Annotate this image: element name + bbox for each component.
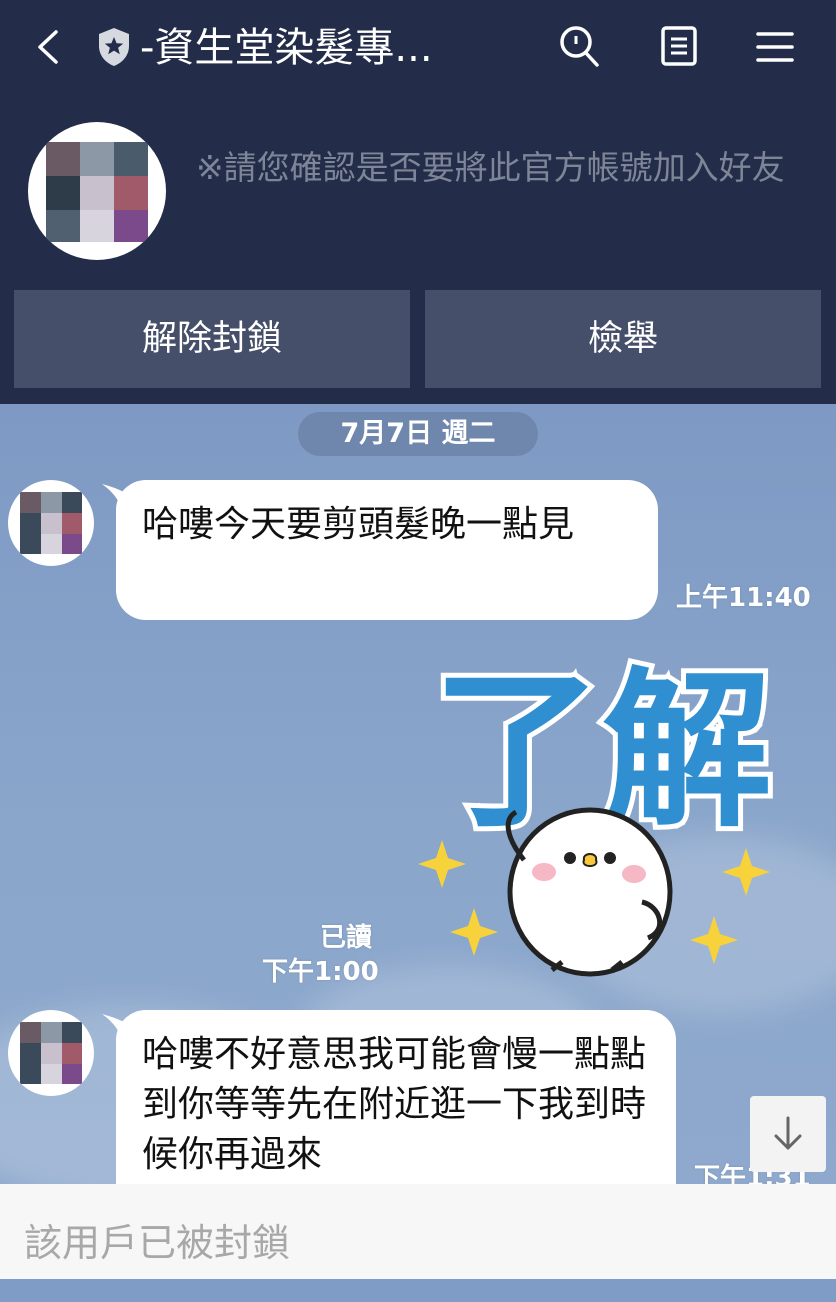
menu-icon[interactable] — [752, 22, 798, 70]
profile-avatar[interactable] — [28, 122, 166, 260]
message-bubble[interactable]: 哈嘍今天要剪頭髮晚一點見 — [116, 480, 658, 620]
scroll-to-bottom-button[interactable] — [750, 1096, 826, 1172]
top-bar: -資生堂染髮專... — [0, 0, 836, 100]
date-separator: 7月7日 週二 — [298, 412, 538, 456]
report-button[interactable]: 檢舉 — [425, 290, 821, 388]
arrow-down-icon — [774, 1116, 802, 1150]
add-friend-notice: ※請您確認是否要將此官方帳號加入好友 — [196, 148, 785, 187]
blocked-user-message: 該用戶已被封鎖 — [24, 1221, 291, 1265]
official-shield-icon — [99, 28, 129, 66]
avatar[interactable] — [8, 480, 94, 566]
avatar[interactable] — [8, 1010, 94, 1096]
sticker-image[interactable]: 了解 — [412, 640, 792, 980]
read-receipt: 已讀 — [320, 923, 373, 953]
chat-header: -資生堂染髮專... ※請您確認是否要將此官方帳號加入好友 解除封鎖 檢舉 — [0, 0, 836, 404]
message-time: 上午11:40 — [676, 583, 811, 613]
input-bar: 該用戶已被封鎖 — [0, 1184, 836, 1279]
unblock-button[interactable]: 解除封鎖 — [14, 290, 410, 388]
chat-title: -資生堂染髮專... — [140, 25, 433, 71]
message-bubble[interactable]: 哈嘍不好意思我可能會慢一點點到你等等先在附近逛一下我到時候你再過來 — [116, 1010, 676, 1184]
message-time: 下午1:00 — [262, 957, 379, 987]
notes-icon[interactable] — [656, 22, 702, 70]
chat-area[interactable]: 7月7日 週二 哈嘍今天要剪頭髮晚一點見 上午11:40 了解 已讀 下午1:0… — [0, 404, 836, 1184]
back-arrow-icon[interactable] — [30, 24, 70, 70]
search-icon[interactable] — [556, 22, 602, 70]
